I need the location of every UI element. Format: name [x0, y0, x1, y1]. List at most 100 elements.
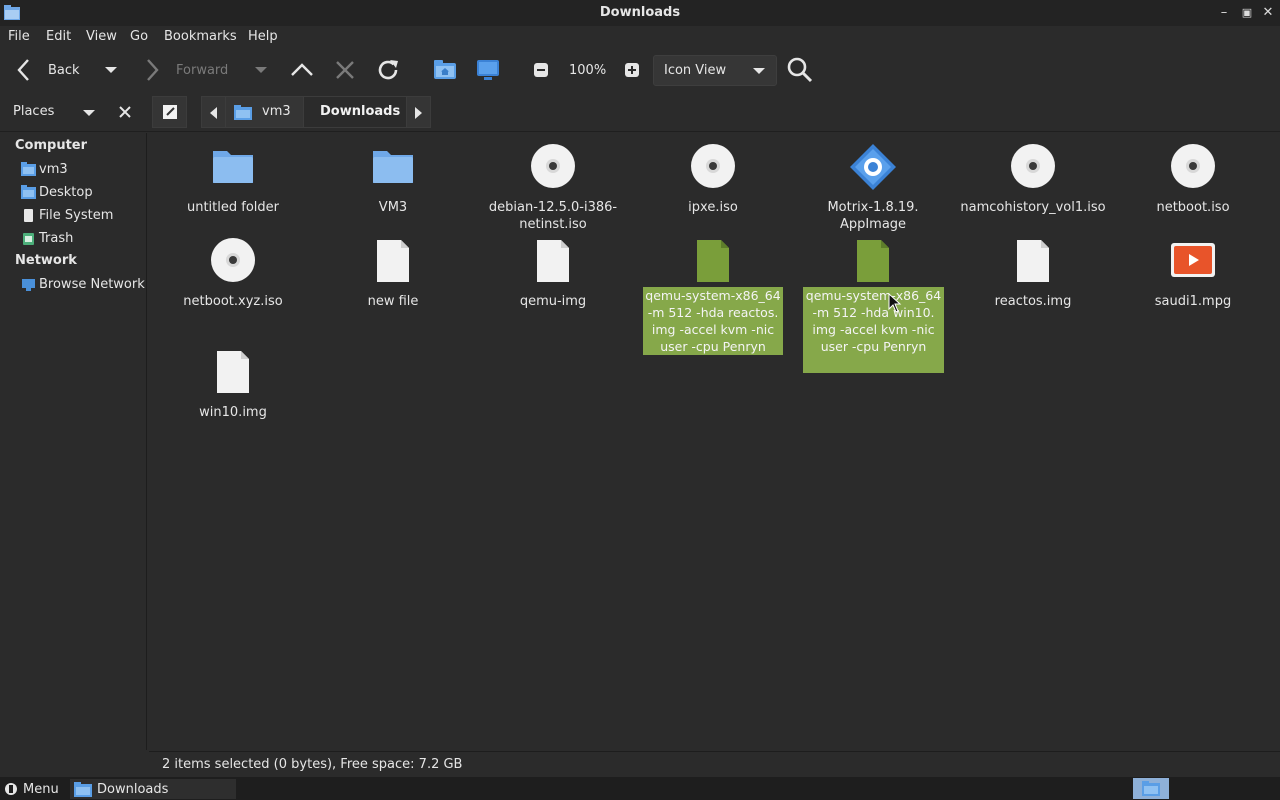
view-mode-value: Icon View: [664, 63, 727, 78]
file-item-untitled-folder[interactable]: untitled folder: [158, 141, 308, 221]
folder-icon: [74, 781, 92, 797]
file-item-new-file[interactable]: new file: [318, 235, 468, 315]
places-selector-label[interactable]: Places: [13, 104, 54, 119]
breadcrumb-downloads[interactable]: Downloads: [303, 96, 407, 128]
menu-edit[interactable]: Edit: [46, 29, 71, 44]
file-item-win10-img[interactable]: win10.img: [158, 346, 308, 426]
file-item-qemu-img[interactable]: qemu-img: [478, 235, 628, 315]
back-button[interactable]: Back: [14, 56, 80, 84]
document-icon: [537, 240, 569, 282]
forward-label: Forward: [176, 62, 229, 78]
maximize-button[interactable]: ▣: [1238, 4, 1256, 22]
status-text: 2 items selected (0 bytes), Free space: …: [162, 757, 463, 772]
computer-button[interactable]: [476, 56, 500, 84]
file-label: namcohistory_vol1.iso: [960, 200, 1106, 215]
toggle-location-entry-button[interactable]: [152, 96, 187, 128]
folder-icon: [373, 151, 413, 183]
minimize-button[interactable]: –: [1215, 4, 1233, 22]
file-item-ipxe-iso[interactable]: ipxe.iso: [638, 141, 788, 221]
file-label-line: -m 512 -hda win10.: [812, 305, 935, 320]
folder-icon: [1142, 781, 1160, 796]
home-folder-icon: [434, 60, 456, 79]
file-item-namcohistory-iso[interactable]: namcohistory_vol1.iso: [958, 141, 1108, 221]
network-icon: [22, 278, 35, 291]
breadcrumb-vm3[interactable]: vm3: [225, 96, 304, 128]
selected-file-label: qemu-system-x86_64 -m 512 -hda win10. im…: [803, 287, 944, 373]
chevron-left-icon: [210, 107, 217, 119]
menu-go[interactable]: Go: [130, 29, 148, 44]
file-item-reactos-img[interactable]: reactos.img: [958, 235, 1108, 315]
file-item-qemu-reactos-script[interactable]: qemu-system-x86_64 -m 512 -hda reactos. …: [638, 235, 788, 355]
workspace-switcher[interactable]: [1133, 778, 1169, 799]
file-item-netboot-xyz-iso[interactable]: netboot.xyz.iso: [158, 235, 308, 315]
disc-icon: [531, 144, 575, 188]
chevron-down-icon: [753, 68, 765, 74]
script-icon: [857, 240, 889, 282]
file-item-saudi1-mpg[interactable]: saudi1.mpg: [1118, 235, 1268, 315]
up-arrow-icon: [291, 63, 313, 76]
zoom-out-button[interactable]: [533, 56, 549, 84]
script-icon: [697, 240, 729, 282]
reload-button[interactable]: [375, 56, 401, 84]
close-sidebar-icon[interactable]: [119, 106, 131, 118]
sidebar-item-file-system[interactable]: File System: [21, 205, 113, 225]
selected-file-label: qemu-system-x86_64 -m 512 -hda reactos. …: [643, 287, 783, 355]
start-menu-button[interactable]: Menu: [4, 779, 59, 799]
zoom-in-button[interactable]: [624, 56, 640, 84]
path-scroll-right-button[interactable]: [406, 96, 431, 128]
home-button[interactable]: [433, 56, 457, 84]
menu-view[interactable]: View: [86, 29, 117, 44]
forward-button[interactable]: Forward: [142, 56, 228, 84]
document-icon: [217, 351, 249, 393]
file-label-line1: debian-12.5.0-i386-: [488, 200, 618, 215]
sidebar-item-vm3[interactable]: vm3: [21, 159, 68, 179]
breadcrumb-downloads-label: Downloads: [320, 104, 401, 119]
file-label: new file: [367, 294, 419, 309]
file-label-line: img -accel kvm -nic: [812, 322, 935, 337]
file-label-line: qemu-system-x86_64: [805, 288, 942, 303]
file-item-vm3[interactable]: VM3: [318, 141, 468, 221]
desktop-folder-icon: [21, 184, 36, 199]
search-button[interactable]: [786, 56, 814, 84]
file-label-line1: Motrix-1.8.19.: [827, 200, 919, 215]
menu-bar: File Edit View Go Bookmarks Help: [0, 26, 1280, 50]
disc-icon: [211, 238, 255, 282]
back-history-dropdown[interactable]: [104, 56, 118, 84]
view-mode-select[interactable]: Icon View: [653, 55, 777, 86]
file-icon-view[interactable]: untitled folder VM3 debian-12.5.0-i386- …: [149, 133, 1280, 750]
file-label: ipxe.iso: [688, 200, 738, 215]
sidebar-item-label: Trash: [39, 230, 74, 246]
chevron-down-icon[interactable]: [82, 108, 96, 118]
taskbar-window-downloads[interactable]: Downloads: [70, 779, 236, 799]
sidebar-item-trash[interactable]: Trash: [21, 228, 73, 248]
up-button[interactable]: [290, 56, 314, 84]
status-bar: 2 items selected (0 bytes), Free space: …: [149, 751, 1280, 777]
disc-icon: [1011, 144, 1055, 188]
file-item-qemu-win10-script[interactable]: qemu-system-x86_64 -m 512 -hda win10. im…: [798, 235, 948, 373]
sidebar-header-computer: Computer: [15, 138, 88, 153]
home-folder-icon: [234, 105, 252, 120]
path-scroll-left-button[interactable]: [201, 96, 226, 128]
sidebar-item-label: File System: [39, 207, 114, 223]
file-label-line: qemu-system-x86_64: [645, 288, 781, 303]
file-item-netboot-iso[interactable]: netboot.iso: [1118, 141, 1268, 221]
forward-history-dropdown[interactable]: [254, 56, 268, 84]
file-label: VM3: [378, 200, 408, 215]
close-button[interactable]: ✕: [1259, 4, 1277, 22]
sidebar-item-desktop[interactable]: Desktop: [21, 182, 93, 202]
menu-help[interactable]: Help: [248, 29, 278, 44]
menu-file[interactable]: File: [8, 29, 30, 44]
file-item-motrix-appimage[interactable]: Motrix-1.8.19. AppImage: [798, 141, 948, 236]
stop-button[interactable]: [334, 56, 356, 84]
file-label-line: img -accel kvm -nic: [651, 322, 775, 337]
file-label: reactos.img: [994, 294, 1072, 309]
menu-bookmarks[interactable]: Bookmarks: [164, 29, 237, 44]
sidebar-item-browse-network[interactable]: Browse Network: [21, 274, 145, 294]
home-folder-icon: [21, 161, 36, 176]
computer-icon: [477, 60, 499, 80]
breadcrumb-vm3-label: vm3: [262, 104, 291, 119]
chevron-down-icon: [255, 67, 267, 73]
back-label: Back: [48, 62, 80, 78]
file-label: saudi1.mpg: [1154, 294, 1232, 309]
file-item-debian-iso[interactable]: debian-12.5.0-i386- netinst.iso: [478, 141, 628, 236]
